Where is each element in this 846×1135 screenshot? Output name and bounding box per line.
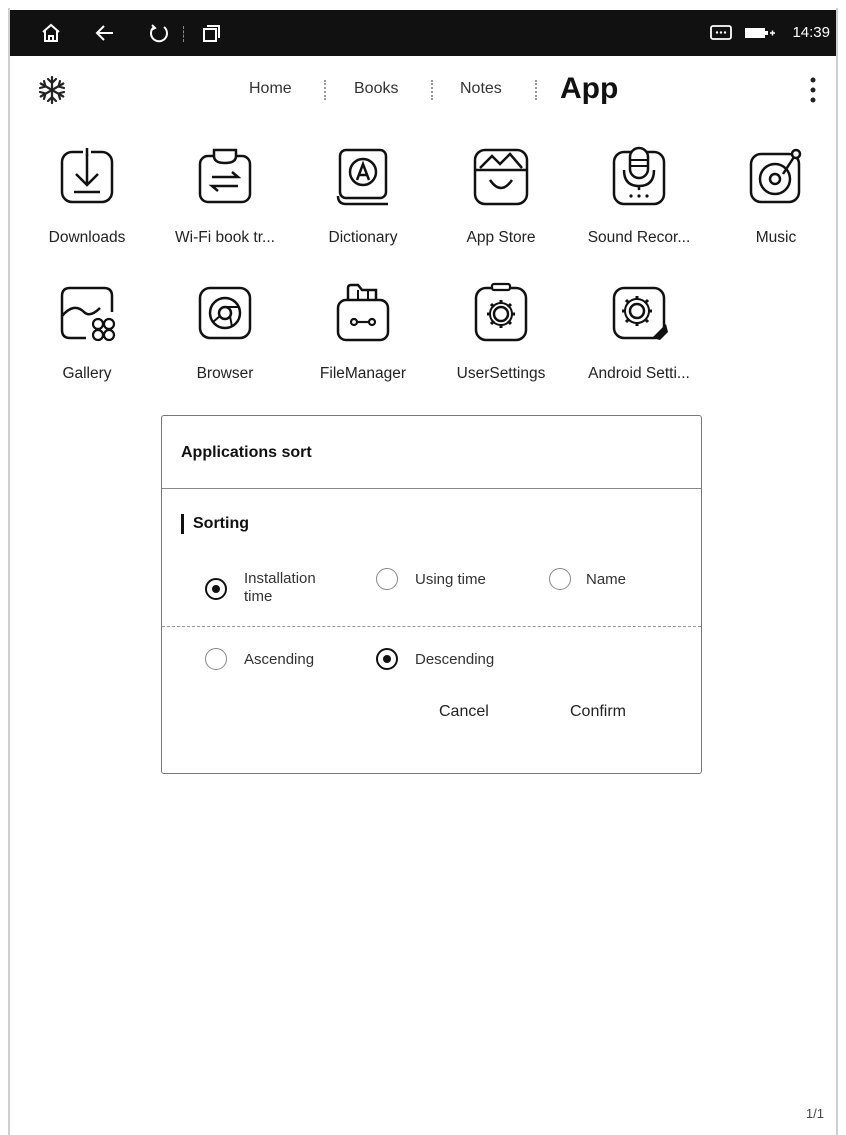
back-icon[interactable]: [90, 10, 120, 56]
microphone-icon: [612, 146, 666, 206]
user-settings-icon: [474, 282, 528, 342]
radio-using-time[interactable]: [376, 568, 398, 590]
app-browser[interactable]: Browser: [155, 282, 295, 383]
option-using-time[interactable]: Using time: [415, 571, 486, 589]
app-store-icon: [473, 148, 529, 206]
app-downloads[interactable]: Downloads: [17, 146, 157, 247]
home-icon[interactable]: [36, 10, 66, 56]
nav-home[interactable]: Home: [249, 80, 292, 98]
confirm-button[interactable]: Confirm: [570, 703, 626, 721]
app-dictionary[interactable]: Dictionary: [293, 146, 433, 247]
file-manager-icon: [336, 283, 390, 342]
app-label: UserSettings: [456, 365, 546, 382]
app-label: Downloads: [48, 229, 126, 246]
applications-sort-dialog: Applications sort Sorting Installation t…: [161, 415, 702, 774]
app-label: Dictionary: [328, 229, 398, 246]
more-vertical-icon[interactable]: [810, 76, 816, 104]
nav-divider: [324, 80, 326, 100]
cancel-button[interactable]: Cancel: [439, 703, 489, 721]
nav-divider: [431, 80, 433, 100]
option-label-line1: Installation: [244, 570, 316, 587]
recent-apps-icon[interactable]: [196, 10, 226, 56]
option-name[interactable]: Name: [586, 571, 626, 589]
app-label: Wi-Fi book tr...: [175, 229, 275, 246]
app-label: Gallery: [62, 365, 112, 382]
option-label-line2: time: [244, 588, 273, 605]
option-installation-time[interactable]: Installation time: [244, 570, 316, 606]
music-icon: [749, 148, 802, 204]
battery-icon: [742, 10, 778, 56]
gallery-icon: [60, 286, 116, 342]
radio-name[interactable]: [549, 568, 571, 590]
option-descending[interactable]: Descending: [415, 651, 494, 669]
top-nav: Home Books Notes App: [10, 60, 836, 120]
dialog-dashed-divider: [162, 626, 701, 627]
app-user-settings[interactable]: UserSettings: [431, 282, 571, 383]
app-gallery[interactable]: Gallery: [17, 282, 157, 383]
section-title: Sorting: [193, 515, 249, 532]
radio-descending[interactable]: [376, 648, 398, 670]
app-music[interactable]: Music: [706, 146, 846, 247]
browser-icon: [198, 286, 252, 340]
section-marker: [181, 514, 184, 534]
app-label: App Store: [466, 229, 536, 246]
app-file-manager[interactable]: FileManager: [293, 282, 433, 383]
page-indicator: 1/1: [805, 1106, 824, 1121]
dialog-title: Applications sort: [181, 444, 312, 461]
dictionary-icon: [336, 148, 388, 206]
radio-ascending[interactable]: [205, 648, 227, 670]
android-settings-icon: [612, 286, 668, 340]
nav-books[interactable]: Books: [354, 80, 398, 98]
option-ascending[interactable]: Ascending: [244, 651, 314, 669]
nav-notes[interactable]: Notes: [460, 80, 502, 98]
app-label: Android Setti...: [588, 365, 690, 382]
app-android-settings[interactable]: Android Setti...: [569, 282, 709, 383]
app-label: Browser: [196, 365, 254, 382]
nav-divider: [535, 80, 537, 100]
refresh-icon[interactable]: [144, 10, 174, 56]
status-bar: 14:39: [10, 10, 836, 56]
radio-installation-time[interactable]: [205, 578, 227, 600]
clock: 14:39: [792, 24, 830, 41]
app-wifi-book-transfer[interactable]: Wi-Fi book tr...: [155, 146, 295, 247]
wifi-transfer-icon: [198, 148, 252, 204]
snowflake-icon[interactable]: [36, 74, 68, 106]
status-separator: [183, 26, 184, 42]
download-icon: [60, 147, 114, 204]
app-app-store[interactable]: App Store: [431, 146, 571, 247]
chat-icon: [706, 10, 736, 56]
app-sound-recorder[interactable]: Sound Recor...: [569, 146, 709, 247]
dialog-divider: [162, 488, 701, 489]
nav-app-active[interactable]: App: [560, 72, 618, 106]
app-label: FileManager: [319, 365, 407, 382]
app-label: Sound Recor...: [587, 229, 691, 246]
app-label: Music: [755, 229, 797, 246]
